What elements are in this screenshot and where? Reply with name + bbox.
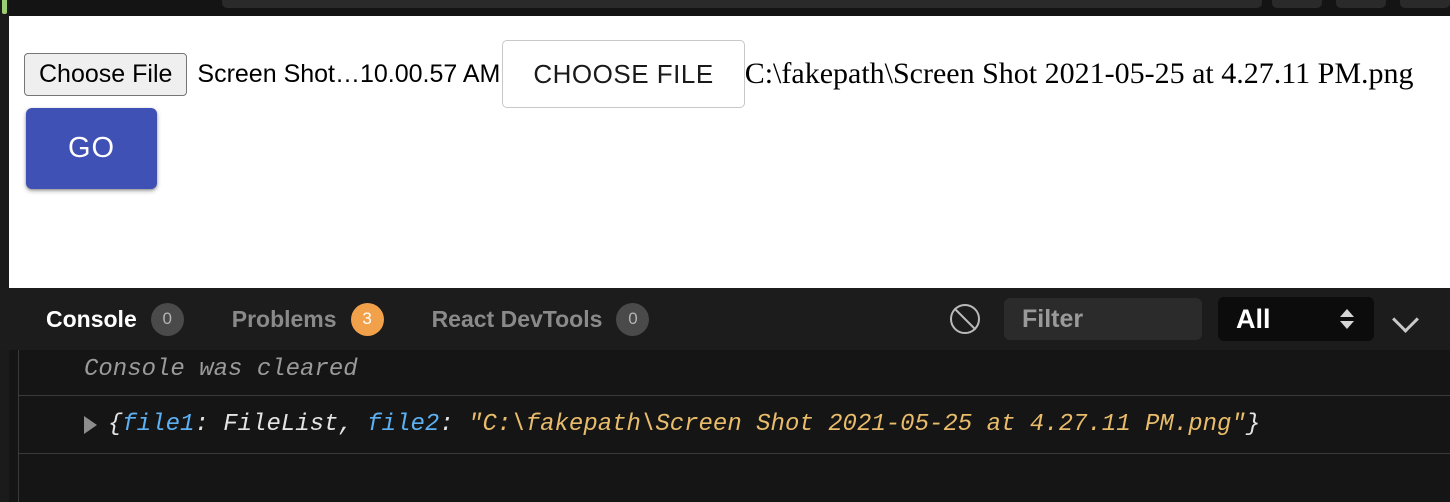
tab-problems[interactable]: Problems 3 bbox=[231, 302, 384, 336]
toolbar-button-1[interactable] bbox=[1272, 0, 1322, 8]
chevron-down-icon[interactable] bbox=[1394, 306, 1420, 332]
console-cleared-text: Console was cleared bbox=[84, 356, 358, 383]
choose-file-button[interactable]: Choose File bbox=[24, 52, 188, 96]
object-open-brace: { bbox=[108, 411, 123, 438]
object-value-2: "C:\fakepath\Screen Shot 2021-05-25 at 4… bbox=[468, 411, 1246, 438]
stepper-arrows-icon bbox=[1340, 309, 1354, 329]
tab-console[interactable]: Console 0 bbox=[46, 302, 184, 336]
console-row-empty bbox=[19, 454, 1450, 502]
selected-file-name: Screen Shot…10.00.57 AM bbox=[197, 60, 501, 89]
console-header-controls: Filter All bbox=[950, 288, 1450, 350]
fakepath-text: C:\fakepath\Screen Shot 2021-05-25 at 4.… bbox=[744, 57, 1414, 91]
object-comma: , bbox=[338, 411, 368, 438]
object-key-1: file1 bbox=[122, 411, 195, 438]
form-area: Choose File Screen Shot…10.00.57 AM CHOOSE… bbox=[24, 38, 1424, 190]
console-tabs: Console 0 Problems 3 React DevTools 0 bbox=[46, 288, 697, 350]
log-level-select-value: All bbox=[1236, 303, 1271, 334]
console-header: Console 0 Problems 3 React DevTools 0 Fi… bbox=[0, 288, 1450, 350]
clear-console-icon[interactable] bbox=[950, 304, 980, 334]
tab-problems-badge: 3 bbox=[350, 302, 384, 336]
object-sep-2: : bbox=[439, 411, 469, 438]
tab-react-devtools-label: React DevTools bbox=[431, 305, 603, 332]
tab-react-devtools-badge: 0 bbox=[616, 302, 650, 336]
tab-console-label: Console bbox=[46, 305, 137, 332]
page-left-edge bbox=[0, 16, 9, 288]
object-key-2: file2 bbox=[367, 411, 440, 438]
tab-problems-label: Problems bbox=[231, 305, 337, 332]
toolbar-button-3[interactable] bbox=[1400, 0, 1450, 8]
native-file-input[interactable]: Choose File Screen Shot…10.00.57 AM bbox=[24, 40, 500, 108]
object-value-1: FileList bbox=[223, 411, 339, 438]
address-bar[interactable] bbox=[222, 0, 1262, 8]
console-panel: Console 0 Problems 3 React DevTools 0 Fi… bbox=[0, 288, 1450, 502]
log-level-select[interactable]: All bbox=[1218, 297, 1374, 341]
tab-console-badge: 0 bbox=[150, 302, 184, 336]
disclosure-triangle-icon[interactable] bbox=[84, 415, 97, 434]
console-object-text: {file1: FileList, file2: "C:\fakepath\Sc… bbox=[84, 411, 1260, 438]
choose-file-outlined-button[interactable]: CHOOSE FILE bbox=[502, 40, 745, 109]
browser-toolbar-strip bbox=[0, 0, 1450, 16]
tab-react-devtools[interactable]: React DevTools 0 bbox=[431, 302, 650, 336]
console-row-object[interactable]: {file1: FileList, file2: "C:\fakepath\Sc… bbox=[19, 396, 1450, 454]
toolbar-button-2[interactable] bbox=[1336, 0, 1386, 8]
page-content: Choose File Screen Shot…10.00.57 AM CHOOSE… bbox=[0, 16, 1450, 288]
object-close-brace: } bbox=[1245, 411, 1261, 438]
status-indicator-icon bbox=[2, 0, 7, 14]
go-button[interactable]: GO bbox=[26, 108, 158, 190]
filter-input[interactable]: Filter bbox=[1004, 298, 1202, 340]
console-row-cleared: Console was cleared bbox=[19, 344, 1450, 396]
screenshot-root: Choose File Screen Shot…10.00.57 AM CHOOSE… bbox=[0, 0, 1450, 502]
object-sep-1: : bbox=[194, 411, 224, 438]
